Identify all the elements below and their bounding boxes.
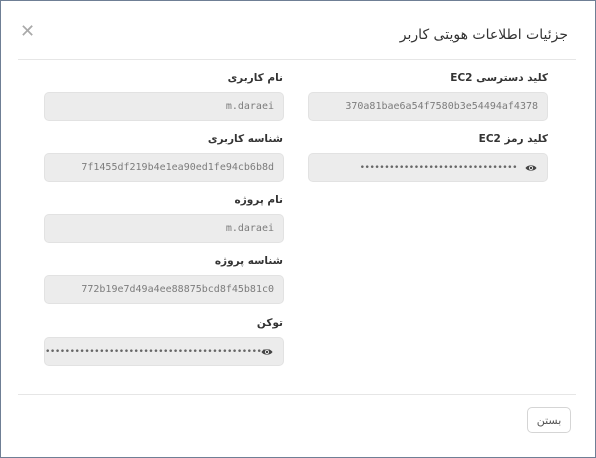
username-field[interactable]: m.daraei	[44, 92, 284, 121]
token-value: ••••••••••••••••••••••••••••••••••••••••…	[45, 346, 272, 357]
user-id-label: شناسه کاربری	[207, 133, 283, 145]
token-field[interactable]: ••••••••••••••••••••••••••••••••••••••••…	[44, 337, 284, 366]
dialog-title: جزئیات اطلاعات هویتی کاربر	[399, 27, 568, 43]
ec2-access-key-label: کلید دسترسی EC2	[450, 72, 548, 84]
dialog-header: جزئیات اطلاعات هویتی کاربر ✕	[2, 2, 594, 60]
username-label: نام کاربری	[227, 72, 283, 84]
footer-divider	[18, 394, 576, 395]
eye-icon[interactable]	[525, 162, 537, 174]
project-id-value: 772b19e7d49a4ee88875bcd8f45b81c0	[81, 284, 274, 295]
user-id-field[interactable]: 7f1455df219b4e1ea90ed1fe94cb6b8d	[44, 153, 284, 182]
user-id-value: 7f1455df219b4e1ea90ed1fe94cb6b8d	[81, 162, 274, 173]
project-id-field[interactable]: 772b19e7d49a4ee88875bcd8f45b81c0	[44, 275, 284, 304]
ec2-secret-key-value: ••••••••••••••••••••••••••••••••	[359, 162, 518, 173]
project-name-value: m.daraei	[225, 223, 274, 234]
ec2-access-key-field[interactable]: 370a81bae6a54f7580b3e54494af4378	[308, 92, 548, 121]
username-value: m.daraei	[225, 101, 274, 112]
ec2-access-key-value: 370a81bae6a54f7580b3e54494af4378	[345, 101, 538, 112]
token-label: توکن	[256, 317, 283, 329]
header-divider	[18, 59, 576, 60]
close-icon[interactable]: ✕	[20, 23, 35, 41]
ec2-secret-key-label: کلید رمز EC2	[478, 133, 548, 145]
ec2-secret-key-field[interactable]: ••••••••••••••••••••••••••••••••	[308, 153, 548, 182]
project-name-label: نام پروژه	[234, 194, 283, 206]
project-name-field[interactable]: m.daraei	[44, 214, 284, 243]
eye-icon[interactable]	[261, 346, 273, 358]
close-button[interactable]: بستن	[527, 407, 571, 433]
project-id-label: شناسه پروژه	[214, 255, 283, 267]
